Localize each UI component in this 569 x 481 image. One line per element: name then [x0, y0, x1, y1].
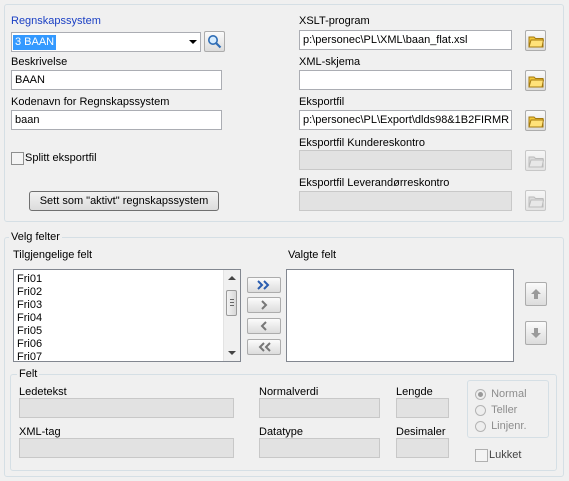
leverandorreskontro-browse-button[interactable]: [525, 190, 546, 211]
chevron-down-icon[interactable]: [189, 40, 197, 44]
eksportfil-field[interactable]: p:\personec\PL\Export\dlds98&1B2FIRMR: [299, 110, 512, 130]
add-all-button[interactable]: [247, 277, 281, 293]
scroll-up-arrow-icon[interactable]: [228, 276, 236, 280]
xml-skjema-browse-button[interactable]: [525, 70, 546, 91]
lengde-field[interactable]: [396, 398, 449, 418]
radio-teller-label: Teller: [491, 404, 518, 416]
available-fields-label: Tilgjengelige felt: [13, 249, 93, 261]
list-item[interactable]: Fri07: [14, 351, 240, 361]
folder-icon: [527, 36, 544, 47]
list-scrollbar[interactable]: [223, 270, 240, 361]
regnskapssystem-combobox[interactable]: 3 BAAN: [11, 32, 201, 52]
move-up-button[interactable]: [525, 282, 547, 306]
add-button[interactable]: [247, 297, 281, 313]
search-icon: [208, 35, 222, 49]
list-item[interactable]: Fri03: [14, 299, 240, 312]
splitt-eksportfil-label: Splitt eksportfil: [25, 152, 97, 164]
radio-teller-button[interactable]: [475, 404, 486, 416]
ledetekst-label: Ledetekst: [19, 386, 67, 398]
xml-tag-field[interactable]: [19, 438, 234, 458]
splitt-eksportfil-checkbox[interactable]: [11, 152, 24, 165]
radio-linjenr-label: Linjenr.: [491, 420, 527, 432]
xslt-browse-button[interactable]: [525, 30, 546, 51]
list-item[interactable]: Fri01: [14, 273, 240, 286]
kundereskontro-label: Eksportfil Kundereskontro: [299, 137, 425, 149]
double-chevron-right-icon: [257, 280, 270, 290]
datatype-label: Datatype: [259, 426, 304, 438]
arrow-up-icon: [531, 289, 541, 299]
xslt-label: XSLT-program: [299, 15, 370, 27]
folder-icon: [527, 116, 544, 127]
kundereskontro-browse-button[interactable]: [525, 150, 546, 171]
radio-normal[interactable]: Normal: [475, 388, 527, 400]
xslt-field[interactable]: p:\personec\PL\XML\baan_flat.xsl: [299, 30, 512, 50]
kodenavn-field[interactable]: baan: [11, 110, 222, 130]
list-item[interactable]: Fri02: [14, 286, 240, 299]
double-chevron-left-icon: [258, 342, 271, 352]
beskrivelse-label: Beskrivelse: [11, 56, 68, 68]
xml-tag-label: XML-tag: [19, 426, 61, 438]
selected-fields-label: Valgte felt: [288, 249, 337, 261]
search-button[interactable]: [204, 31, 225, 52]
radio-normal-button[interactable]: [475, 388, 486, 400]
lukket-checkbox[interactable]: [475, 449, 488, 462]
folder-icon: [527, 76, 544, 87]
chevron-right-icon: [261, 300, 268, 310]
kodenavn-label: Kodenavn for Regnskapssystem: [11, 96, 170, 108]
folder-icon: [527, 196, 544, 207]
xml-skjema-label: XML-skjema: [299, 56, 361, 68]
selected-fields-list[interactable]: [286, 269, 514, 362]
leverandorreskontro-label: Eksportfil Leverandørreskontro: [299, 177, 450, 189]
desimaler-field[interactable]: [396, 438, 449, 458]
scroll-down-arrow-icon[interactable]: [228, 351, 236, 355]
eksportfil-browse-button[interactable]: [525, 110, 546, 131]
scroll-thumb[interactable]: [226, 290, 237, 316]
remove-all-button[interactable]: [247, 339, 281, 355]
folder-icon: [527, 156, 544, 167]
felt-title: Felt: [17, 367, 40, 381]
radio-linjenr[interactable]: Linjenr.: [475, 420, 527, 432]
regnskapssystem-label: Regnskapssystem: [11, 15, 101, 27]
arrow-down-icon: [531, 328, 541, 338]
ledetekst-field[interactable]: [19, 398, 234, 418]
kundereskontro-field[interactable]: [299, 150, 512, 170]
chevron-left-icon: [260, 321, 267, 331]
beskrivelse-field[interactable]: BAAN: [11, 70, 222, 90]
desimaler-label: Desimaler: [396, 426, 446, 438]
velg-felter-title: Velg felter: [9, 230, 62, 244]
lengde-label: Lengde: [396, 386, 433, 398]
remove-button[interactable]: [247, 318, 281, 334]
eksportfil-label: Eksportfil: [299, 96, 345, 108]
radio-normal-label: Normal: [491, 388, 527, 400]
leverandorreskontro-field[interactable]: [299, 191, 512, 211]
set-active-button[interactable]: Sett som "aktivt" regnskapssystem: [29, 191, 219, 211]
radio-teller[interactable]: Teller: [475, 404, 517, 416]
datatype-field[interactable]: [259, 438, 380, 458]
list-item[interactable]: Fri05: [14, 325, 240, 338]
radio-linjenr-button[interactable]: [475, 420, 486, 432]
available-fields-list[interactable]: Fri01 Fri02 Fri03 Fri04 Fri05 Fri06 Fri0…: [13, 269, 241, 362]
regnskapssystem-value: 3 BAAN: [13, 35, 57, 50]
list-item[interactable]: Fri04: [14, 312, 240, 325]
lukket-label: Lukket: [489, 449, 522, 461]
normalverdi-field[interactable]: [259, 398, 380, 418]
move-down-button[interactable]: [525, 321, 547, 345]
list-item[interactable]: Fri06: [14, 338, 240, 351]
xml-skjema-field[interactable]: [299, 70, 512, 90]
normalverdi-label: Normalverdi: [259, 386, 319, 398]
